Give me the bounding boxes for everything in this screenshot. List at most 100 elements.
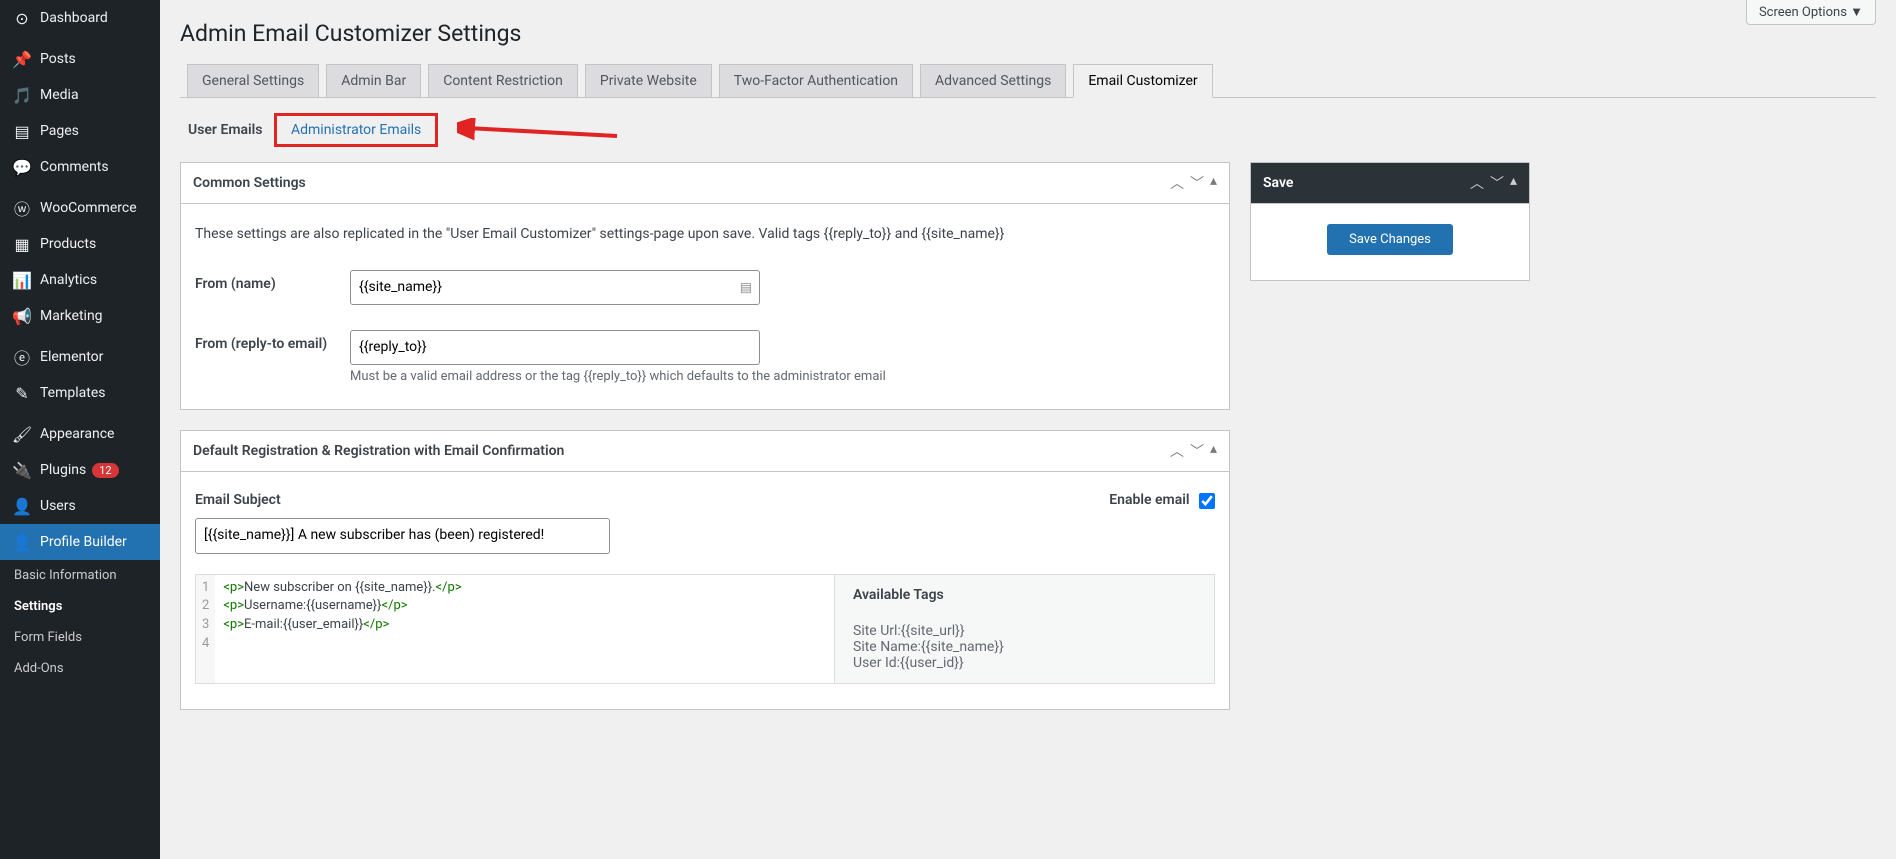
appearance-icon: 🖌 [12, 424, 32, 444]
elementor-icon: ⓔ [12, 347, 32, 367]
registration-title: Default Registration & Registration with… [193, 443, 564, 459]
marketing-icon: 📢 [12, 306, 32, 326]
toggle-icon[interactable]: ▴ [1510, 173, 1517, 193]
move-up-icon[interactable]: ︿ [1170, 173, 1184, 193]
common-settings-title: Common Settings [193, 175, 306, 191]
sidebar-label: Elementor [40, 349, 103, 365]
sidebar-sub-form-fields[interactable]: Form Fields [0, 622, 160, 653]
sidebar-item-analytics[interactable]: 📊 Analytics [0, 262, 160, 298]
sub-tabs: User Emails Administrator Emails [180, 113, 1876, 147]
sidebar-label: Media [40, 87, 79, 103]
tab-private-website[interactable]: Private Website [585, 64, 712, 98]
update-badge: 12 [92, 463, 118, 478]
tab-email-customizer[interactable]: Email Customizer [1073, 64, 1212, 98]
available-tags-title: Available Tags [853, 587, 1196, 603]
sidebar-item-products[interactable]: ▦ Products [0, 226, 160, 262]
tab-general-settings[interactable]: General Settings [187, 64, 319, 98]
sidebar-label: Comments [40, 159, 109, 175]
tab-content-restriction[interactable]: Content Restriction [428, 64, 578, 98]
screen-options-button[interactable]: Screen Options ▼ [1746, 0, 1876, 25]
sidebar-item-pages[interactable]: ▤ Pages [0, 113, 160, 149]
registration-box: Default Registration & Registration with… [180, 430, 1230, 709]
move-up-icon[interactable]: ︿ [1470, 173, 1484, 193]
sidebar-sub-basic-information[interactable]: Basic Information [0, 560, 160, 591]
sidebar-label: Dashboard [40, 10, 108, 26]
annotation-highlight: Administrator Emails [274, 113, 438, 147]
from-reply-label: From (reply-to email) [195, 330, 350, 352]
save-box: Save ︿ ﹀ ▴ Save Changes [1250, 162, 1530, 281]
subtab-user-emails[interactable]: User Emails [180, 118, 271, 142]
admin-sidebar: ⊙ Dashboard 📌 Posts 🎵 Media ▤ Pages 💬 Comments ⓦ Wo… [0, 0, 160, 859]
sidebar-sub-add-ons[interactable]: Add-Ons [0, 653, 160, 684]
sidebar-item-woocommerce[interactable]: ⓦ WooCommerce [0, 190, 160, 226]
edit-icon: ▤ [740, 280, 752, 295]
enable-email-checkbox[interactable] [1199, 493, 1215, 509]
available-tags-panel: Available Tags Site Url:{{site_url}}Site… [834, 575, 1214, 683]
move-down-icon[interactable]: ﹀ [1490, 173, 1504, 193]
from-name-input[interactable] [350, 270, 760, 305]
from-reply-input[interactable] [350, 330, 760, 365]
from-reply-help: Must be a valid email address or the tag… [350, 369, 1215, 384]
tab-two-factor-authentication[interactable]: Two-Factor Authentication [719, 64, 913, 98]
pages-icon: ▤ [12, 121, 32, 141]
sidebar-item-users[interactable]: 👤 Users [0, 488, 160, 524]
pin-icon: 📌 [12, 49, 32, 69]
move-down-icon[interactable]: ﹀ [1190, 173, 1204, 193]
registration-header: Default Registration & Registration with… [181, 431, 1229, 472]
sidebar-item-elementor[interactable]: ⓔ Elementor [0, 339, 160, 375]
sidebar-label: Profile Builder [40, 534, 127, 550]
email-body-editor: 1234 <p>New subscriber on {{site_name}}.… [195, 574, 1215, 684]
save-changes-button[interactable]: Save Changes [1327, 224, 1453, 255]
sidebar-item-posts[interactable]: 📌 Posts [0, 41, 160, 77]
sidebar-item-profile-builder[interactable]: 👤 Profile Builder [0, 524, 160, 560]
main-content: Screen Options ▼ Admin Email Customizer … [160, 0, 1896, 859]
move-up-icon[interactable]: ︿ [1170, 441, 1184, 461]
sidebar-sub-settings[interactable]: Settings [0, 591, 160, 622]
templates-icon: ✎ [12, 383, 32, 403]
sidebar-item-plugins[interactable]: 🔌 Plugins 12 [0, 452, 160, 488]
profile-icon: 👤 [12, 532, 32, 552]
tab-admin-bar[interactable]: Admin Bar [326, 64, 421, 98]
tag-item[interactable]: Site Name:{{site_name}} [853, 639, 1196, 655]
comments-icon: 💬 [12, 157, 32, 177]
tag-item[interactable]: User Id:{{user_id}} [853, 655, 1196, 671]
sidebar-label: Users [40, 498, 76, 514]
nav-tabs: General SettingsAdmin BarContent Restric… [180, 62, 1876, 98]
sidebar-label: Pages [40, 123, 79, 139]
sidebar-label: Marketing [40, 308, 103, 324]
sidebar-item-marketing[interactable]: 📢 Marketing [0, 298, 160, 334]
sidebar-item-media[interactable]: 🎵 Media [0, 77, 160, 113]
toggle-icon[interactable]: ▴ [1210, 441, 1217, 461]
email-subject-input[interactable] [195, 518, 610, 553]
sidebar-label: Templates [40, 385, 106, 401]
users-icon: 👤 [12, 496, 32, 516]
enable-email-label: Enable email [1109, 492, 1189, 508]
plugins-icon: 🔌 [12, 460, 32, 480]
move-down-icon[interactable]: ﹀ [1190, 441, 1204, 461]
sidebar-label: Appearance [40, 426, 114, 442]
sidebar-item-dashboard[interactable]: ⊙ Dashboard [0, 0, 160, 36]
sidebar-label: WooCommerce [40, 200, 137, 216]
enable-email-wrap: Enable email [1109, 492, 1215, 508]
from-name-label: From (name) [195, 270, 350, 292]
woo-icon: ⓦ [12, 198, 32, 218]
common-settings-desc: These settings are also replicated in th… [195, 224, 1215, 245]
sidebar-label: Analytics [40, 272, 97, 288]
sidebar-item-templates[interactable]: ✎ Templates [0, 375, 160, 411]
sidebar-label: Products [40, 236, 96, 252]
page-title: Admin Email Customizer Settings [180, 20, 1876, 47]
subtab-admin-emails[interactable]: Administrator Emails [283, 118, 429, 142]
dashboard-icon: ⊙ [12, 8, 32, 28]
common-settings-box: Common Settings ︿ ﹀ ▴ These settings are… [180, 162, 1230, 410]
tag-item[interactable]: Site Url:{{site_url}} [853, 623, 1196, 639]
media-icon: 🎵 [12, 85, 32, 105]
tab-advanced-settings[interactable]: Advanced Settings [920, 64, 1066, 98]
sidebar-item-comments[interactable]: 💬 Comments [0, 149, 160, 185]
sidebar-item-appearance[interactable]: 🖌 Appearance [0, 416, 160, 452]
products-icon: ▦ [12, 234, 32, 254]
sidebar-label: Plugins [40, 462, 86, 478]
sidebar-label: Posts [40, 51, 76, 67]
toggle-icon[interactable]: ▴ [1210, 173, 1217, 193]
analytics-icon: 📊 [12, 270, 32, 290]
code-content[interactable]: <p>New subscriber on {{site_name}}.</p><… [215, 575, 469, 683]
